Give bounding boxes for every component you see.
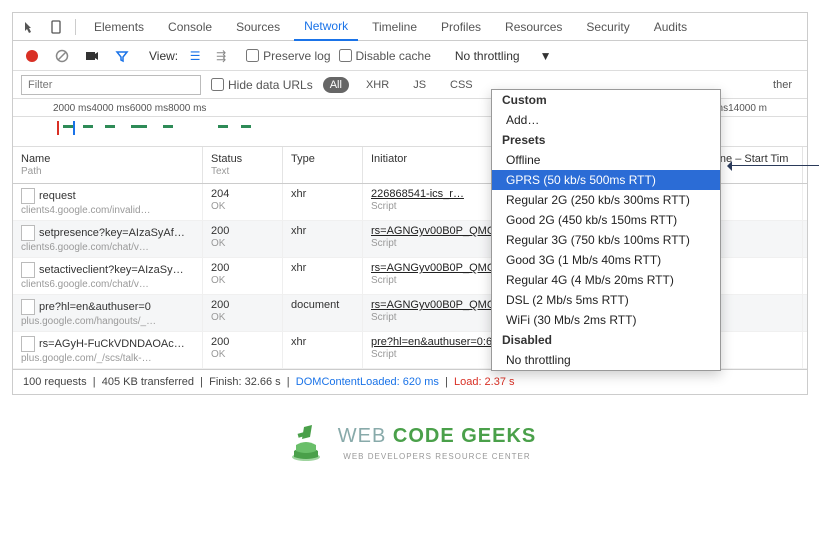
view-tree-icon[interactable]: ⇶ [212, 47, 230, 65]
pill-xhr[interactable]: XHR [359, 77, 396, 93]
throttle-menu-item[interactable]: Regular 2G (250 kb/s 300ms RTT) [492, 190, 720, 210]
network-subbar: View: ☰ ⇶ Preserve log Disable cache No … [13, 41, 807, 71]
file-icon [21, 262, 35, 278]
pill-other[interactable]: ther [766, 77, 799, 93]
tab-security[interactable]: Security [576, 14, 639, 40]
pill-js[interactable]: JS [406, 77, 433, 93]
file-icon [21, 299, 35, 315]
tab-sources[interactable]: Sources [226, 14, 290, 40]
throttle-dropdown[interactable]: No throttling ▼ [447, 49, 560, 63]
col-status[interactable]: StatusText [203, 147, 283, 183]
main-toolbar: Elements Console Sources Network Timelin… [13, 13, 807, 41]
throttle-menu-custom-header: Custom [492, 90, 720, 110]
throttle-menu-item[interactable]: Regular 3G (750 kb/s 100ms RTT) [492, 230, 720, 250]
throttle-menu-item[interactable]: GPRS (50 kb/s 500ms RTT) [492, 170, 720, 190]
throttle-menu-no-throttling[interactable]: No throttling [492, 350, 720, 370]
device-icon[interactable] [45, 16, 67, 38]
throttle-menu-item[interactable]: DSL (2 Mb/s 5ms RTT) [492, 290, 720, 310]
filter-input[interactable] [21, 75, 201, 95]
logo: WEB CODE GEEKS WEB DEVELOPERS RESOURCE C… [0, 407, 820, 476]
col-type[interactable]: Type [283, 147, 363, 183]
logo-icon [284, 421, 328, 465]
record-icon[interactable] [21, 45, 43, 67]
throttle-menu-add[interactable]: Add… [492, 110, 720, 130]
file-icon [21, 336, 35, 352]
throttle-menu-disabled-header: Disabled [492, 330, 720, 350]
throttle-menu[interactable]: Custom Add… Presets OfflineGPRS (50 kb/s… [491, 89, 721, 371]
annotation-arrow [729, 165, 819, 166]
stop-icon[interactable] [51, 45, 73, 67]
hide-data-urls-checkbox[interactable]: Hide data URLs [211, 78, 313, 92]
pill-all[interactable]: All [323, 77, 349, 93]
file-icon [21, 188, 35, 204]
filter-icon[interactable] [111, 45, 133, 67]
tab-audits[interactable]: Audits [644, 14, 697, 40]
inspect-icon[interactable] [19, 16, 41, 38]
pill-css[interactable]: CSS [443, 77, 480, 93]
preserve-log-checkbox[interactable]: Preserve log [246, 49, 330, 63]
tab-console[interactable]: Console [158, 14, 222, 40]
throttle-menu-presets-header: Presets [492, 130, 720, 150]
col-name[interactable]: NamePath [13, 147, 203, 183]
throttle-menu-item[interactable]: Regular 4G (4 Mb/s 20ms RTT) [492, 270, 720, 290]
view-label: View: [149, 49, 178, 63]
disable-cache-checkbox[interactable]: Disable cache [339, 49, 431, 63]
tab-network[interactable]: Network [294, 13, 358, 41]
tab-timeline[interactable]: Timeline [362, 14, 427, 40]
throttle-menu-item[interactable]: Offline [492, 150, 720, 170]
tab-profiles[interactable]: Profiles [431, 14, 491, 40]
chevron-down-icon: ▼ [540, 49, 552, 63]
throttle-menu-item[interactable]: Good 2G (450 kb/s 150ms RTT) [492, 210, 720, 230]
throttle-menu-item[interactable]: WiFi (30 Mb/s 2ms RTT) [492, 310, 720, 330]
file-icon [21, 225, 35, 241]
tab-resources[interactable]: Resources [495, 14, 572, 40]
view-list-icon[interactable]: ☰ [186, 47, 204, 65]
status-bar: 100 requests | 405 KB transferred | Fini… [13, 369, 807, 394]
throttle-menu-item[interactable]: Good 3G (1 Mb/s 40ms RTT) [492, 250, 720, 270]
camera-icon[interactable] [81, 45, 103, 67]
tab-elements[interactable]: Elements [84, 14, 154, 40]
